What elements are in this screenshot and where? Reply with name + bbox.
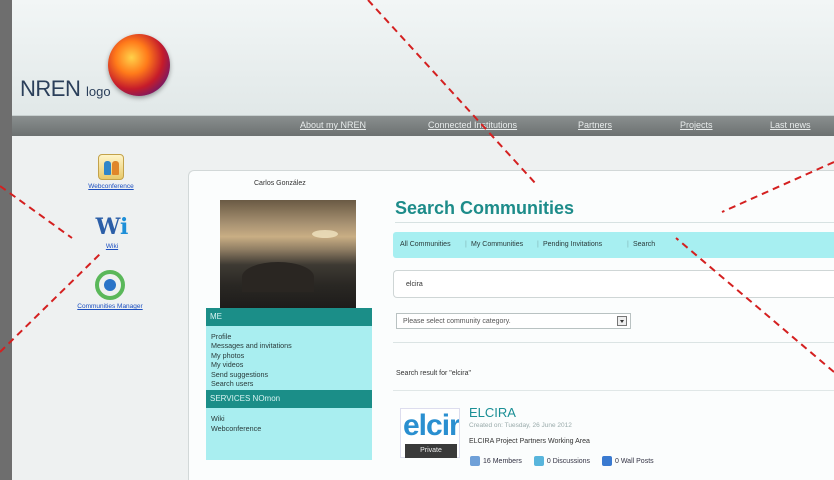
menu-services-list: Wiki Webconference (206, 408, 372, 435)
menu-me-header: ME (206, 308, 372, 326)
search-input[interactable]: elcira (393, 270, 834, 298)
category-select[interactable]: Please select community category. (396, 313, 631, 329)
menu-item-search-users[interactable]: Search users (206, 379, 372, 388)
page-title: Search Communities (395, 198, 575, 218)
tab-all-communities[interactable]: All Communities (400, 241, 451, 248)
webconference-label[interactable]: Webconference (76, 183, 146, 190)
tab-separator: | (627, 241, 629, 248)
tab-pending-invitations[interactable]: Pending Invitations (543, 241, 602, 248)
wall-posts-icon (602, 456, 612, 466)
wiki-label[interactable]: Wiki (82, 243, 142, 250)
app-wiki[interactable]: Wi Wiki (82, 214, 142, 250)
menu-item-videos[interactable]: My videos (206, 360, 372, 369)
category-select-value: Please select community category. (403, 318, 511, 325)
section-divider (393, 342, 834, 343)
site-header: NREN logo (12, 0, 834, 116)
communities-manager-label[interactable]: Communities Manager (60, 303, 160, 310)
wall-posts-count: 0 Wall Posts (615, 457, 654, 465)
wiki-icon: Wi (95, 214, 129, 240)
menu-item-wiki[interactable]: Wiki (206, 414, 372, 423)
logo-globe-icon (108, 34, 170, 96)
logo-main-text: NREN (20, 76, 81, 101)
members-count: 16 Members (483, 457, 522, 465)
discussions-count: 0 Discussions (546, 457, 591, 465)
user-name: Carlos González (254, 180, 306, 187)
menu-item-webconference[interactable]: Webconference (206, 424, 372, 433)
tab-separator: | (465, 241, 467, 248)
menu-item-photos[interactable]: My photos (206, 351, 372, 360)
chevron-down-icon[interactable] (617, 316, 627, 326)
nav-projects[interactable]: Projects (680, 120, 713, 130)
menu-item-profile[interactable]: Profile (206, 332, 372, 341)
photo-hill (242, 262, 314, 292)
top-navigation: About my NREN Connected Institutions Par… (12, 116, 834, 136)
community-logo-text: elcir (403, 409, 460, 442)
nav-partners[interactable]: Partners (578, 120, 612, 130)
communities-manager-icon (95, 270, 125, 300)
private-badge: Private (405, 444, 457, 458)
app-webconference[interactable]: Webconference (76, 154, 146, 190)
wall-posts-stat[interactable]: 0 Wall Posts (602, 456, 654, 466)
community-tabs: All Communities | My Communities | Pendi… (393, 232, 834, 258)
nav-last-news[interactable]: Last news (770, 120, 811, 130)
app-communities-manager[interactable]: Communities Manager (60, 270, 160, 310)
discussions-stat[interactable]: 0 Discussions (533, 456, 591, 466)
user-side-menu: ME Profile Messages and invitations My p… (206, 308, 372, 460)
result-divider (393, 390, 834, 391)
logo-text: NREN logo (20, 76, 111, 102)
search-result-label: Search result for "elcira" (396, 370, 471, 377)
discussions-icon (533, 456, 544, 466)
webconference-icon (98, 154, 124, 180)
tab-separator: | (537, 241, 539, 248)
profile-photo[interactable] (220, 200, 356, 308)
tab-search[interactable]: Search (633, 241, 655, 248)
nav-about[interactable]: About my NREN (300, 120, 366, 130)
tab-my-communities[interactable]: My Communities (471, 241, 523, 248)
community-created-date: Created on: Tuesday, 26 June 2012 (469, 422, 572, 429)
members-stat[interactable]: 16 Members (470, 456, 522, 466)
menu-me-list: Profile Messages and invitations My phot… (206, 326, 372, 390)
members-icon (470, 456, 480, 466)
community-stats: 16 Members 0 Discussions 0 Wall Posts (470, 456, 664, 466)
logo-small-text: logo (85, 84, 111, 99)
nav-institutions[interactable]: Connected Institutions (428, 120, 517, 130)
menu-item-suggestions[interactable]: Send suggestions (206, 370, 372, 379)
community-name[interactable]: ELCIRA (469, 405, 516, 420)
menu-item-messages[interactable]: Messages and invitations (206, 341, 372, 350)
title-divider (395, 222, 834, 223)
community-description: ELCIRA Project Partners Working Area (469, 438, 590, 445)
menu-services-header: SERVICES NOmon (206, 390, 372, 409)
photo-sun (312, 230, 338, 238)
